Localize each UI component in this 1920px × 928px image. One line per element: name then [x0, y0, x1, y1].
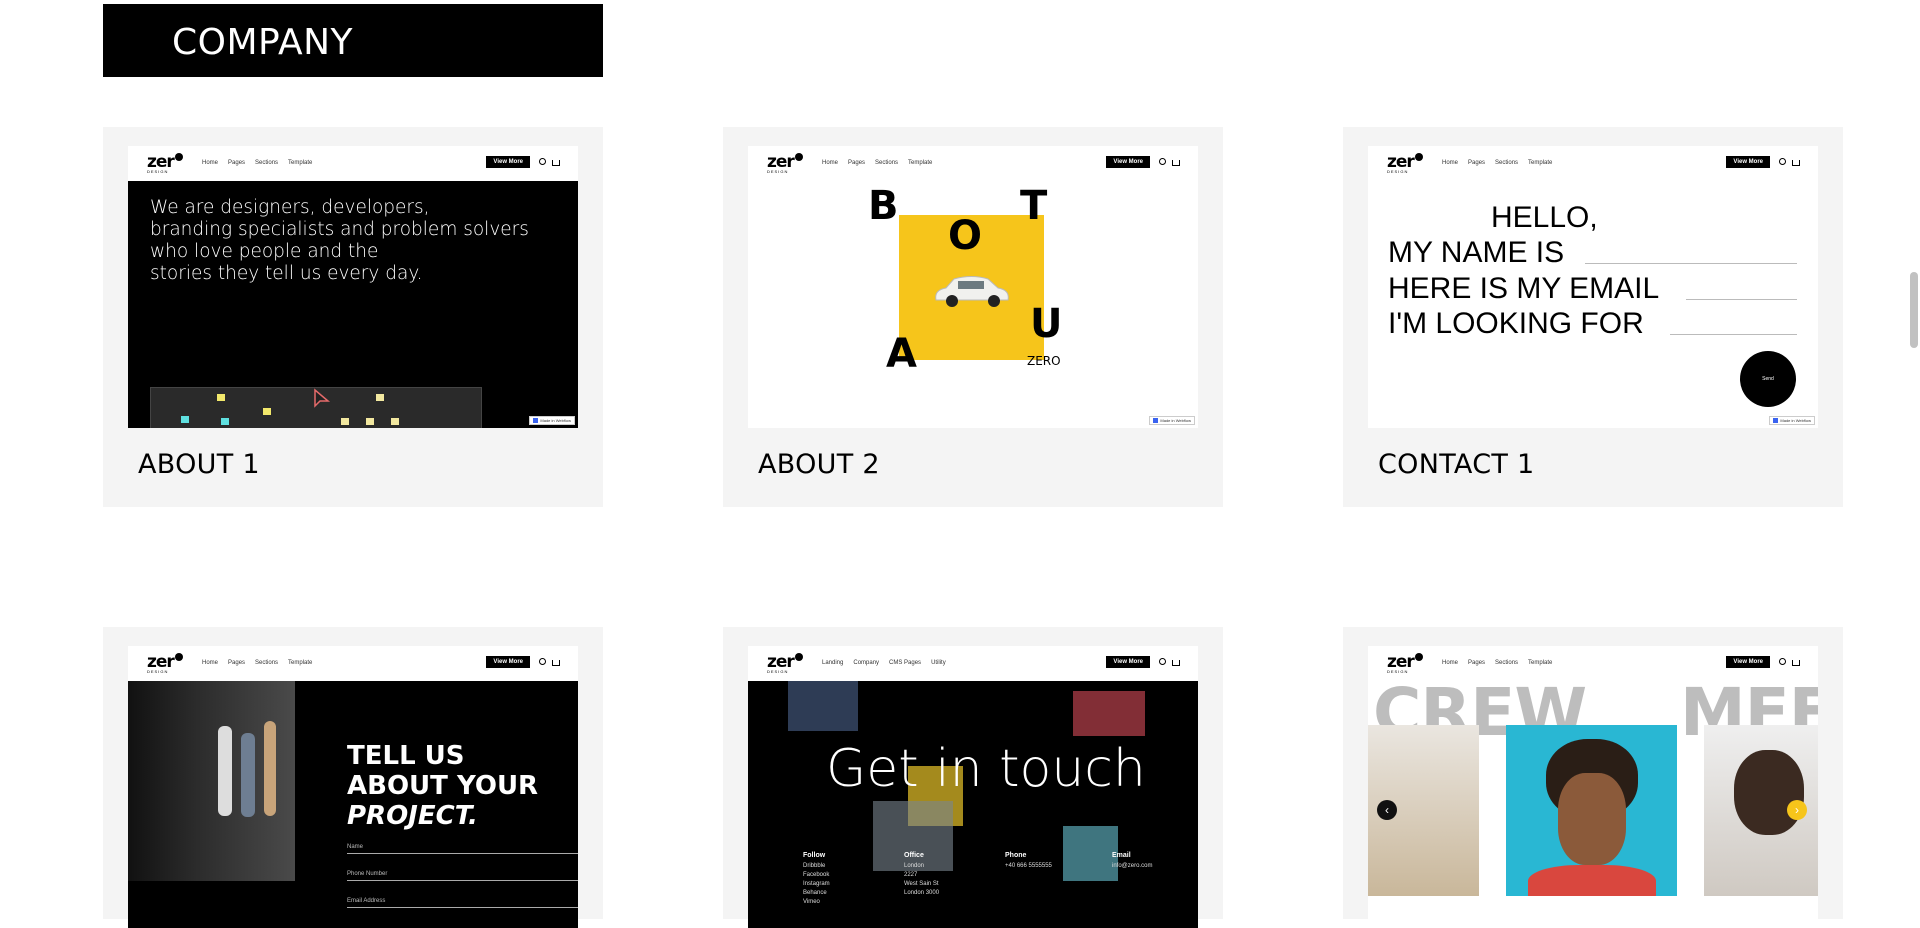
name-line	[1585, 263, 1797, 264]
webflow-badge[interactable]: Made in Webflow	[529, 415, 575, 425]
template-card-contact-1[interactable]: zer DESIGN Home Pages Sections Template Vie…	[1343, 127, 1843, 507]
letter-b: B	[868, 183, 899, 229]
nav-links: Home Pages Sections Template	[1442, 660, 1553, 666]
logo-sub: DESIGN	[767, 169, 789, 174]
search-icon	[539, 158, 546, 165]
email-column: Email info@zero.com	[1112, 852, 1153, 869]
template-card-about-2[interactable]: zer DESIGN Home Pages Sections Template Vie…	[723, 127, 1223, 507]
view-more-button: View More	[486, 156, 530, 168]
cart-icon	[552, 160, 560, 166]
about-text: We are designers, developers, branding s…	[150, 197, 529, 284]
logo-sub: DESIGN	[147, 669, 169, 674]
office-column: Office London 2227 West Sain St London 3…	[904, 852, 940, 896]
view-more-button: View More	[486, 656, 530, 668]
nav-links: Home Pages Sections Template	[202, 660, 313, 666]
office-photo	[150, 387, 482, 428]
car-image	[935, 276, 1009, 307]
view-more-button: View More	[1106, 156, 1150, 168]
name-field: Name	[347, 844, 578, 854]
mini-navbar: zer DESIGN Home Pages Sections Template Vie…	[748, 146, 1198, 181]
phone-field: Phone Number	[347, 871, 578, 881]
team-photo	[128, 681, 295, 881]
nav-links: Landing Company CMS Pages Utility	[822, 660, 946, 666]
cart-icon	[552, 660, 560, 666]
zero-caption: ZERO	[1027, 354, 1061, 368]
template-card-contact-3[interactable]: zer DESIGN Landing Company CMS Pages Utilit…	[723, 627, 1223, 928]
nav-links: Home Pages Sections Template	[822, 160, 933, 166]
logo-sub: DESIGN	[767, 669, 789, 674]
mini-navbar: zer DESIGN Home Pages Sections Template Vie…	[128, 646, 578, 681]
contact-heading: TELL US ABOUT YOUR PROJECT.	[347, 741, 539, 831]
preview-thumbnail[interactable]: zer DESIGN Home Pages Sections Template Vie…	[1368, 146, 1818, 428]
nav-links: Home Pages Sections Template	[1442, 160, 1553, 166]
letter-t: T	[1020, 183, 1048, 229]
search-icon	[1779, 158, 1786, 165]
cart-icon	[1172, 660, 1180, 666]
preview-thumbnail[interactable]: zer DESIGN Home Pages Sections Template Vie…	[1368, 646, 1818, 928]
follow-column: Follow Dribbble Facebook Instagram Behan…	[803, 852, 830, 905]
collage-tile	[788, 681, 858, 731]
logo-sub: DESIGN	[1387, 169, 1409, 174]
preview-thumbnail[interactable]: zer DESIGN Landing Company CMS Pages Utilit…	[748, 646, 1198, 928]
about-hero: We are designers, developers, branding s…	[128, 181, 578, 428]
section-header: COMPANY	[103, 4, 603, 77]
mini-navbar: zer DESIGN Home Pages Sections Template Vie…	[128, 146, 578, 181]
arrow-left-icon[interactable]: ‹	[1377, 800, 1397, 820]
scrollbar-thumb[interactable]	[1910, 272, 1918, 348]
cart-icon	[1792, 660, 1800, 666]
search-icon	[1159, 658, 1166, 665]
search-icon	[1159, 158, 1166, 165]
template-card-about-1[interactable]: zer DESIGN Home Pages Sections Template Vie…	[103, 127, 603, 507]
view-more-button: View More	[1726, 656, 1770, 668]
phone-column: Phone +40 666 5555555	[1005, 852, 1052, 869]
collage-tile	[1063, 826, 1118, 881]
letter-o: O	[948, 213, 983, 259]
view-more-button: View More	[1106, 656, 1150, 668]
template-card-contact-2[interactable]: zer DESIGN Home Pages Sections Template Vie…	[103, 627, 603, 928]
touch-hero: Get in touch Follow Dribbble Facebook In…	[748, 681, 1198, 928]
email-line	[1686, 299, 1797, 300]
webflow-badge[interactable]: Made in Webflow	[1769, 415, 1815, 425]
looking-label: I'M LOOKING FOR	[1388, 307, 1644, 340]
card-title[interactable]: ABOUT 2	[758, 449, 880, 480]
card-title[interactable]: ABOUT 1	[138, 449, 260, 480]
card-title[interactable]: CONTACT 1	[1378, 449, 1535, 480]
looking-line	[1670, 334, 1797, 335]
contact-hero: TELL US ABOUT YOUR PROJECT. Name Phone N…	[128, 681, 578, 928]
search-icon	[1779, 658, 1786, 665]
template-card-team[interactable]: zer DESIGN Home Pages Sections Template Vie…	[1343, 627, 1843, 928]
search-icon	[539, 658, 546, 665]
collage-tile	[1073, 691, 1145, 736]
team-photo	[1506, 725, 1677, 896]
mini-navbar: zer DESIGN Home Pages Sections Template Vie…	[1368, 146, 1818, 181]
logo-sub: DESIGN	[147, 169, 169, 174]
cart-icon	[1792, 160, 1800, 166]
email-field: Email Address	[347, 898, 578, 908]
view-more-button: View More	[1726, 156, 1770, 168]
hello-text: HELLO,	[1491, 201, 1598, 234]
cursor-icon	[314, 388, 331, 408]
send-button: Send	[1740, 351, 1796, 407]
section-title: COMPANY	[172, 22, 353, 63]
arrow-right-icon[interactable]: ›	[1787, 800, 1807, 820]
touch-heading: Get in touch	[826, 739, 1146, 799]
preview-thumbnail[interactable]: zer DESIGN Home Pages Sections Template Vie…	[128, 146, 578, 428]
letter-u: U	[1030, 301, 1063, 347]
name-label: MY NAME IS	[1388, 236, 1565, 269]
letter-a: A	[886, 331, 917, 377]
nav-links: Home Pages Sections Template	[202, 160, 313, 166]
preview-thumbnail[interactable]: zer DESIGN Home Pages Sections Template Vie…	[748, 146, 1198, 428]
email-label: HERE IS MY EMAIL	[1388, 272, 1660, 305]
mini-navbar: zer DESIGN Landing Company CMS Pages Utilit…	[748, 646, 1198, 681]
cart-icon	[1172, 160, 1180, 166]
webflow-badge[interactable]: Made in Webflow	[1149, 415, 1195, 425]
preview-thumbnail[interactable]: zer DESIGN Home Pages Sections Template Vie…	[128, 646, 578, 928]
